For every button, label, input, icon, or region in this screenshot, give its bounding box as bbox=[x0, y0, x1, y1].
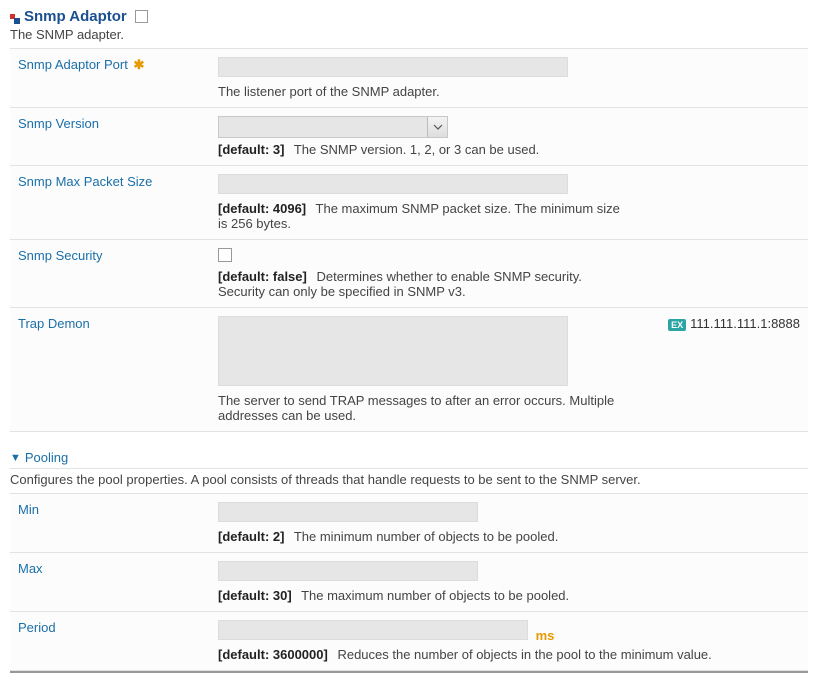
checkbox-snmp-security[interactable] bbox=[218, 248, 232, 262]
row-pool-max: Max [default: 30] The maximum number of … bbox=[10, 553, 808, 612]
row-snmp-adaptor-port: Snmp Adaptor Port ✱ The listener port of… bbox=[10, 49, 808, 108]
default-snmp-max-packet-size: [default: 4096] bbox=[218, 201, 306, 216]
help-snmp-version: The SNMP version. 1, 2, or 3 can be used… bbox=[294, 142, 539, 157]
unit-pool-period: ms bbox=[536, 628, 555, 643]
section-description: The SNMP adapter. bbox=[10, 27, 808, 42]
row-snmp-version: Snmp Version [default: 3] The SNMP versi… bbox=[10, 108, 808, 166]
section-header: Snmp Adaptor bbox=[10, 8, 808, 25]
subsection-pooling: ▼ Pooling Configures the pool properties… bbox=[10, 450, 808, 671]
row-snmp-max-packet-size: Snmp Max Packet Size [default: 4096] The… bbox=[10, 166, 808, 240]
label-pool-min: Min bbox=[18, 502, 39, 517]
pooling-table: Min [default: 2] The minimum number of o… bbox=[10, 493, 808, 671]
input-snmp-adaptor-port[interactable] bbox=[218, 57, 568, 77]
example-badge: EX bbox=[668, 319, 686, 331]
default-snmp-version: [default: 3] bbox=[218, 142, 284, 157]
pooling-header[interactable]: ▼ Pooling bbox=[10, 450, 808, 469]
label-snmp-adaptor-port: Snmp Adaptor Port bbox=[18, 57, 128, 72]
help-pool-max: The maximum number of objects to be pool… bbox=[301, 588, 569, 603]
default-snmp-security: [default: false] bbox=[218, 269, 307, 284]
row-trap-demon: Trap Demon The server to send TRAP messa… bbox=[10, 308, 808, 432]
select-snmp-version[interactable] bbox=[218, 116, 448, 138]
label-pool-period: Period bbox=[18, 620, 56, 635]
label-trap-demon: Trap Demon bbox=[18, 316, 90, 331]
input-snmp-max-packet-size[interactable] bbox=[218, 174, 568, 194]
pooling-title: Pooling bbox=[25, 450, 68, 465]
label-snmp-max-packet-size: Snmp Max Packet Size bbox=[18, 174, 152, 189]
example-trap-demon: 111.111.111.1:8888 bbox=[690, 316, 800, 331]
row-snmp-security: Snmp Security [default: false] Determine… bbox=[10, 240, 808, 308]
collapse-arrow-icon: ▼ bbox=[10, 452, 21, 464]
default-pool-max: [default: 30] bbox=[218, 588, 292, 603]
row-pool-min: Min [default: 2] The minimum number of o… bbox=[10, 494, 808, 553]
section-enable-checkbox[interactable] bbox=[135, 10, 148, 23]
input-pool-period[interactable] bbox=[218, 620, 528, 640]
textarea-trap-demon[interactable] bbox=[218, 316, 568, 386]
section-icon bbox=[10, 12, 20, 22]
input-pool-max[interactable] bbox=[218, 561, 478, 581]
default-pool-min: [default: 2] bbox=[218, 529, 284, 544]
input-pool-min[interactable] bbox=[218, 502, 478, 522]
help-snmp-adaptor-port: The listener port of the SNMP adapter. bbox=[218, 84, 620, 99]
required-icon: ✱ bbox=[133, 57, 144, 72]
chevron-down-icon bbox=[427, 117, 447, 137]
help-trap-demon: The server to send TRAP messages to afte… bbox=[218, 393, 620, 423]
row-pool-period: Period ms [default: 3600000] Reduces the… bbox=[10, 612, 808, 671]
pooling-description: Configures the pool properties. A pool c… bbox=[10, 472, 808, 487]
label-snmp-version: Snmp Version bbox=[18, 116, 99, 131]
help-pool-period: Reduces the number of objects in the poo… bbox=[337, 647, 711, 662]
section-title: Snmp Adaptor bbox=[24, 8, 127, 25]
label-pool-max: Max bbox=[18, 561, 43, 576]
help-pool-min: The minimum number of objects to be pool… bbox=[294, 529, 558, 544]
label-snmp-security: Snmp Security bbox=[18, 248, 103, 263]
fields-table: Snmp Adaptor Port ✱ The listener port of… bbox=[10, 48, 808, 432]
bottom-divider bbox=[10, 671, 808, 673]
default-pool-period: [default: 3600000] bbox=[218, 647, 328, 662]
